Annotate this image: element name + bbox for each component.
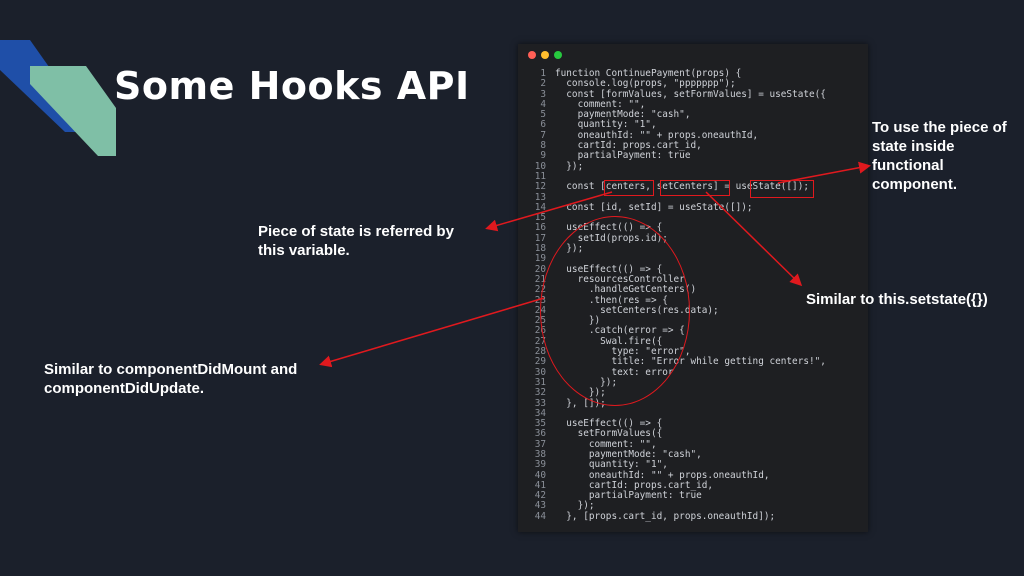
annotation-arrows bbox=[319, 161, 871, 368]
use-state-inside-note: To use the piece of state inside functio… bbox=[872, 119, 1007, 193]
similar-setstate-note: Similar to this.setstate({}) bbox=[806, 291, 988, 308]
arrow-to-piece-of-state bbox=[485, 191, 613, 232]
component-did-mount-note: Similar to componentDidMount and compone… bbox=[44, 361, 298, 397]
arrow-to-componentdidmount-note bbox=[319, 297, 545, 368]
arrow-to-setstate-note bbox=[705, 191, 803, 287]
arrow-to-use-state-note bbox=[777, 161, 871, 184]
piece-of-state-note: Piece of state is referred by this varia… bbox=[258, 223, 454, 259]
